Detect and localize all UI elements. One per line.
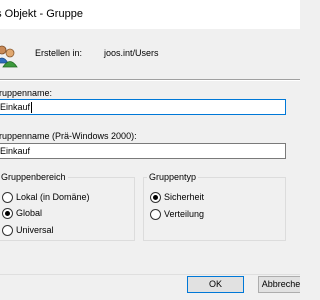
header-divider	[0, 79, 300, 81]
type-option-label: Verteilung	[164, 209, 205, 219]
radio-checked-icon	[150, 191, 161, 203]
group-name-pre2000-value: Einkauf	[0, 146, 31, 156]
users-group-icon	[0, 45, 18, 68]
footer-divider	[0, 274, 300, 275]
group-name-value: Einkauf	[0, 102, 31, 112]
window-title: es Objekt - Gruppe	[0, 8, 83, 20]
new-object-group-dialog: es Objekt - Gruppe Erstellen in: joos.in…	[0, 0, 300, 300]
cancel-button[interactable]: Abbreche	[258, 276, 300, 293]
type-option-distribution[interactable]: Verteilung	[150, 208, 204, 220]
scope-option-label: Universal	[16, 225, 54, 235]
group-name-input[interactable]: Einkauf	[0, 99, 286, 115]
radio-unchecked-icon	[150, 208, 161, 220]
group-name-pre2000-input[interactable]: Einkauf	[0, 143, 286, 159]
radio-unchecked-icon	[2, 191, 13, 203]
text-caret	[31, 102, 33, 114]
scope-option-label: Global	[16, 208, 43, 218]
create-in-path: joos.int/Users	[104, 48, 159, 58]
scope-option-label: Lokal (in Domäne)	[16, 192, 90, 202]
group-scope-title: Gruppenbereich	[0, 172, 68, 182]
radio-checked-icon	[2, 207, 13, 219]
scope-option-global[interactable]: Global	[2, 207, 42, 219]
radio-unchecked-icon	[2, 224, 13, 236]
title-bar[interactable]: es Objekt - Gruppe	[0, 0, 300, 30]
scope-option-domain-local[interactable]: Lokal (in Domäne)	[2, 191, 90, 203]
scope-option-universal[interactable]: Universal	[2, 224, 54, 236]
group-name-pre2000-label: ruppenname (Prä-Windows 2000):	[0, 131, 137, 141]
create-in-label: Erstellen in:	[35, 48, 83, 58]
type-option-security[interactable]: Sicherheit	[150, 191, 204, 203]
type-option-label: Sicherheit	[164, 192, 205, 202]
group-type-title: Gruppentyp	[147, 172, 199, 182]
ok-button[interactable]: OK	[187, 276, 244, 293]
group-name-label: ruppenname:	[0, 88, 53, 98]
